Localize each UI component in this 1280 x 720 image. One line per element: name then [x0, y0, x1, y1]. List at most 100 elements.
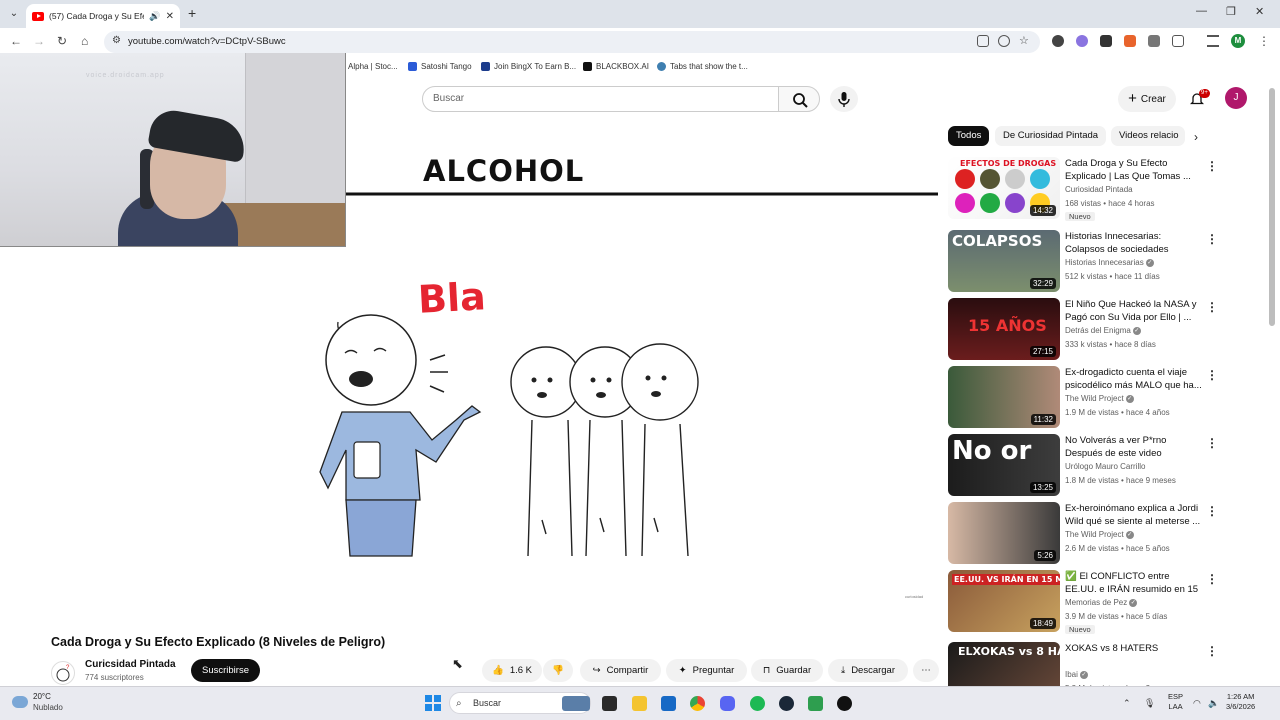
chrome-icon[interactable] [690, 696, 705, 711]
chip-related[interactable]: Videos relacio [1111, 126, 1185, 146]
recommendation-title[interactable]: No Volverás a ver P*rno Después de este … [1065, 434, 1203, 460]
search-input[interactable] [422, 86, 779, 112]
recommendation-title[interactable]: ✅ El CONFLICTO entre EE.UU. e IRÁN resum… [1065, 570, 1203, 596]
tray-chevron-up-icon[interactable]: ⌃ [1123, 698, 1131, 709]
more-vertical-icon[interactable]: ⋮ [1206, 300, 1218, 314]
download-button[interactable]: ⤓ Descargar [828, 659, 908, 682]
weather-temperature[interactable]: 20°C [33, 692, 51, 701]
video-thumbnail[interactable]: 11:32 [948, 366, 1060, 428]
metamask-icon[interactable] [1124, 35, 1136, 47]
recommendation-title[interactable]: Ex-drogadicto cuenta el viaje psicodélic… [1065, 366, 1203, 392]
more-actions-button[interactable]: ⋯ [913, 659, 939, 682]
chip-channel[interactable]: De Curiosidad Pintada [995, 126, 1107, 146]
dislike-button[interactable]: 👎 [543, 659, 573, 682]
more-vertical-icon[interactable]: ⋮ [1206, 368, 1218, 382]
minimize-icon[interactable]: — [1196, 5, 1207, 17]
forward-icon[interactable]: → [33, 34, 45, 48]
recommendation-item[interactable]: COLAPSOS 32:29 Historias Innecesarias: Col… [948, 230, 1264, 294]
spotify-icon[interactable] [750, 696, 765, 711]
bookmark-item[interactable]: Satoshi Tango [408, 62, 472, 71]
recommendation-channel[interactable]: Curiosidad Pintada [1065, 185, 1133, 194]
share-button[interactable]: ↪ Compartir [580, 659, 661, 682]
channel-name[interactable]: Curicsidad Pintada [85, 659, 176, 670]
tray-microphone-icon[interactable]: 🎙 [1144, 698, 1155, 709]
discord-icon[interactable] [720, 696, 735, 711]
bookmark-item[interactable]: Alpha | Stoc... [348, 62, 398, 71]
recommendation-channel[interactable]: The Wild Project ✓ [1065, 530, 1134, 539]
ask-button[interactable]: ✦ Preguntar [666, 659, 747, 682]
search-button[interactable] [778, 86, 820, 112]
recommendation-channel[interactable]: Urólogo Mauro Carrillo [1065, 462, 1145, 471]
save-button[interactable]: ⊓ Guardar [751, 659, 823, 682]
like-button[interactable]: 👍 1.6 K [482, 659, 542, 682]
recommendation-item[interactable]: 11:32 Ex-drogadicto cuenta el viaje psico… [948, 366, 1264, 430]
scrollbar-thumb[interactable] [1269, 88, 1275, 326]
taskbar-clock[interactable]: 1:26 AM 3/6/2026 [1226, 692, 1255, 712]
wifi-icon[interactable]: ◠ [1193, 698, 1201, 709]
steam-icon[interactable] [779, 696, 794, 711]
more-vertical-icon[interactable]: ⋮ [1206, 572, 1218, 586]
tab-close-icon[interactable]: ✕ [166, 11, 174, 22]
video-player[interactable]: ALCOHOL Bla curiosidad [250, 120, 938, 604]
recommendation-channel[interactable]: Detrás del Enigma ✓ [1065, 326, 1141, 335]
account-avatar[interactable]: J [1225, 87, 1247, 109]
home-icon[interactable]: ⌂ [81, 34, 88, 48]
extension-1-icon[interactable] [1052, 35, 1064, 47]
more-vertical-icon[interactable]: ⋮ [1206, 436, 1218, 450]
extension-2-icon[interactable] [1076, 35, 1088, 47]
bookmark-star-icon[interactable]: ☆ [1019, 34, 1029, 47]
recommendation-channel[interactable]: Memorias de Pez ✓ [1065, 598, 1138, 607]
extensions-puzzle-icon[interactable] [1172, 35, 1184, 47]
weather-condition[interactable]: Nublado [33, 703, 63, 712]
browser-tab-active[interactable]: (57) Cada Droga y Su Efecto Explicado 🔊 … [26, 4, 180, 28]
reload-icon[interactable]: ↻ [57, 34, 67, 48]
task-view-icon[interactable] [602, 696, 617, 711]
recommendation-item[interactable]: No or 13:25 No Volverás a ver P*rno Despué… [948, 434, 1264, 498]
recommendation-title[interactable]: Historias Innecesarias: Colapsos de soci… [1065, 230, 1203, 256]
windows-start-icon[interactable] [425, 695, 441, 711]
voice-search-button[interactable] [830, 86, 858, 112]
input-language[interactable]: ESP LAA [1168, 692, 1183, 712]
recommendation-title[interactable]: XOKAS vs 8 HATERS [1065, 642, 1203, 668]
mail-icon[interactable] [661, 696, 676, 711]
app-dark-icon[interactable] [837, 696, 852, 711]
app-green-icon[interactable] [808, 696, 823, 711]
bookmark-item[interactable]: Tabs that show the t... [657, 62, 748, 71]
recommendation-item[interactable]: EE.UU. VS IRÁN EN 15 MINUTOS 18:49 ✅ El CO… [948, 570, 1264, 634]
chip-all[interactable]: Todos [948, 126, 990, 146]
recommendation-title[interactable]: Ex-heroinómano explica a Jordi Wild qué … [1065, 502, 1203, 528]
channel-avatar[interactable]: ? [51, 661, 75, 685]
recommendation-channel[interactable]: Ibai ✓ [1065, 670, 1088, 679]
subscribe-button[interactable]: Suscribirse [191, 659, 260, 682]
extension-3-icon[interactable] [1100, 35, 1112, 47]
create-button[interactable]: + Crear [1118, 86, 1176, 112]
eye-off-icon[interactable] [998, 35, 1010, 47]
recommendation-title[interactable]: Cada Droga y Su Efecto Explicado | Las Q… [1065, 157, 1203, 183]
back-icon[interactable]: ← [10, 34, 22, 48]
recommendation-item[interactable]: EFECTOS DE DROGAS 14:32 Cada Droga y Su Ef… [948, 157, 1264, 221]
video-thumbnail[interactable]: No or 13:25 [948, 434, 1060, 496]
chrome-menu-icon[interactable]: ⋮ [1258, 34, 1270, 48]
video-thumbnail[interactable]: 5:26 [948, 502, 1060, 564]
recommendation-item[interactable]: 5:26 Ex-heroinómano explica a Jordi Wild … [948, 502, 1264, 566]
video-thumbnail[interactable]: EE.UU. VS IRÁN EN 15 MINUTOS 18:49 [948, 570, 1060, 632]
file-explorer-icon[interactable] [632, 696, 647, 711]
bookmark-item[interactable]: Join BingX To Earn B... [481, 62, 576, 71]
more-vertical-icon[interactable]: ⋮ [1206, 644, 1218, 658]
recommendation-item[interactable]: 15 AÑOS 27:15 El Niño Que Hackeó la NASA y… [948, 298, 1264, 362]
extension-5-icon[interactable] [1148, 35, 1160, 47]
recommendation-channel[interactable]: Historias Innecesarias ✓ [1065, 258, 1154, 267]
recommendation-channel[interactable]: The Wild Project ✓ [1065, 394, 1134, 403]
restore-icon[interactable]: ❐ [1226, 5, 1236, 18]
more-vertical-icon[interactable]: ⋮ [1206, 504, 1218, 518]
bookmark-item[interactable]: BLACKBOX.AI [583, 62, 649, 71]
cloud-icon[interactable] [12, 696, 28, 708]
video-thumbnail[interactable]: EFECTOS DE DROGAS 14:32 [948, 157, 1060, 219]
new-tab-icon[interactable]: + [188, 5, 196, 21]
install-app-icon[interactable] [977, 35, 989, 47]
recommendation-title[interactable]: El Niño Que Hackeó la NASA y Pagó con Su… [1065, 298, 1203, 324]
profile-avatar[interactable]: M [1231, 34, 1245, 48]
more-vertical-icon[interactable]: ⋮ [1206, 232, 1218, 246]
video-thumbnail[interactable]: COLAPSOS 32:29 [948, 230, 1060, 292]
more-vertical-icon[interactable]: ⋮ [1206, 159, 1218, 173]
